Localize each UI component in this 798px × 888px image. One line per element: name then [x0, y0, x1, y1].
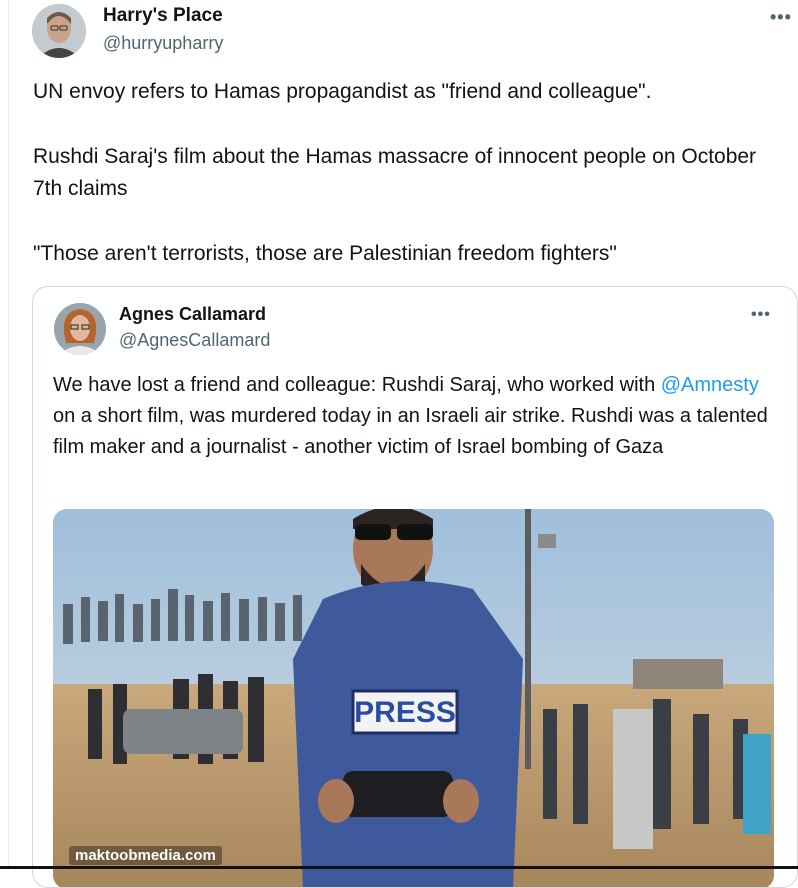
tweet-paragraph: "Those aren't terrorists, those are Pale…: [33, 242, 617, 265]
image-watermark: maktoobmedia.com: [69, 846, 222, 865]
quoted-text-after: on a short film, was murdered today in a…: [53, 405, 768, 458]
author-name[interactable]: Harry's Place: [103, 5, 223, 27]
quoted-media-image[interactable]: PRESS maktoobmedia.com: [53, 509, 774, 887]
tweet-paragraph: Rushdi Saraj's film about the Hamas mass…: [33, 145, 757, 200]
photo-illustration: PRESS: [53, 509, 774, 887]
tweet-paragraph: UN envoy refers to Hamas propagandist as…: [33, 80, 652, 103]
quoted-author-avatar[interactable]: [54, 303, 106, 355]
vest-label: PRESS: [354, 696, 456, 729]
more-horizontal-icon: •••: [751, 306, 771, 323]
quoted-tweet-text: We have lost a friend and colleague: Rus…: [53, 370, 773, 463]
quoted-text-before: We have lost a friend and colleague: Rus…: [53, 374, 661, 396]
timeline-divider: [8, 0, 9, 869]
quoted-author-name[interactable]: Agnes Callamard: [119, 304, 266, 325]
mention-link[interactable]: @Amnesty: [661, 374, 759, 396]
more-horizontal-icon: •••: [770, 7, 792, 27]
author-handle[interactable]: @hurryupharry: [103, 33, 223, 54]
author-avatar[interactable]: [32, 4, 86, 58]
quoted-more-button[interactable]: •••: [751, 307, 771, 323]
more-options-button[interactable]: •••: [770, 8, 792, 26]
quoted-author-handle[interactable]: @AgnesCallamard: [119, 330, 270, 351]
quoted-tweet-card[interactable]: Agnes Callamard @AgnesCallamard ••• We h…: [32, 286, 798, 888]
